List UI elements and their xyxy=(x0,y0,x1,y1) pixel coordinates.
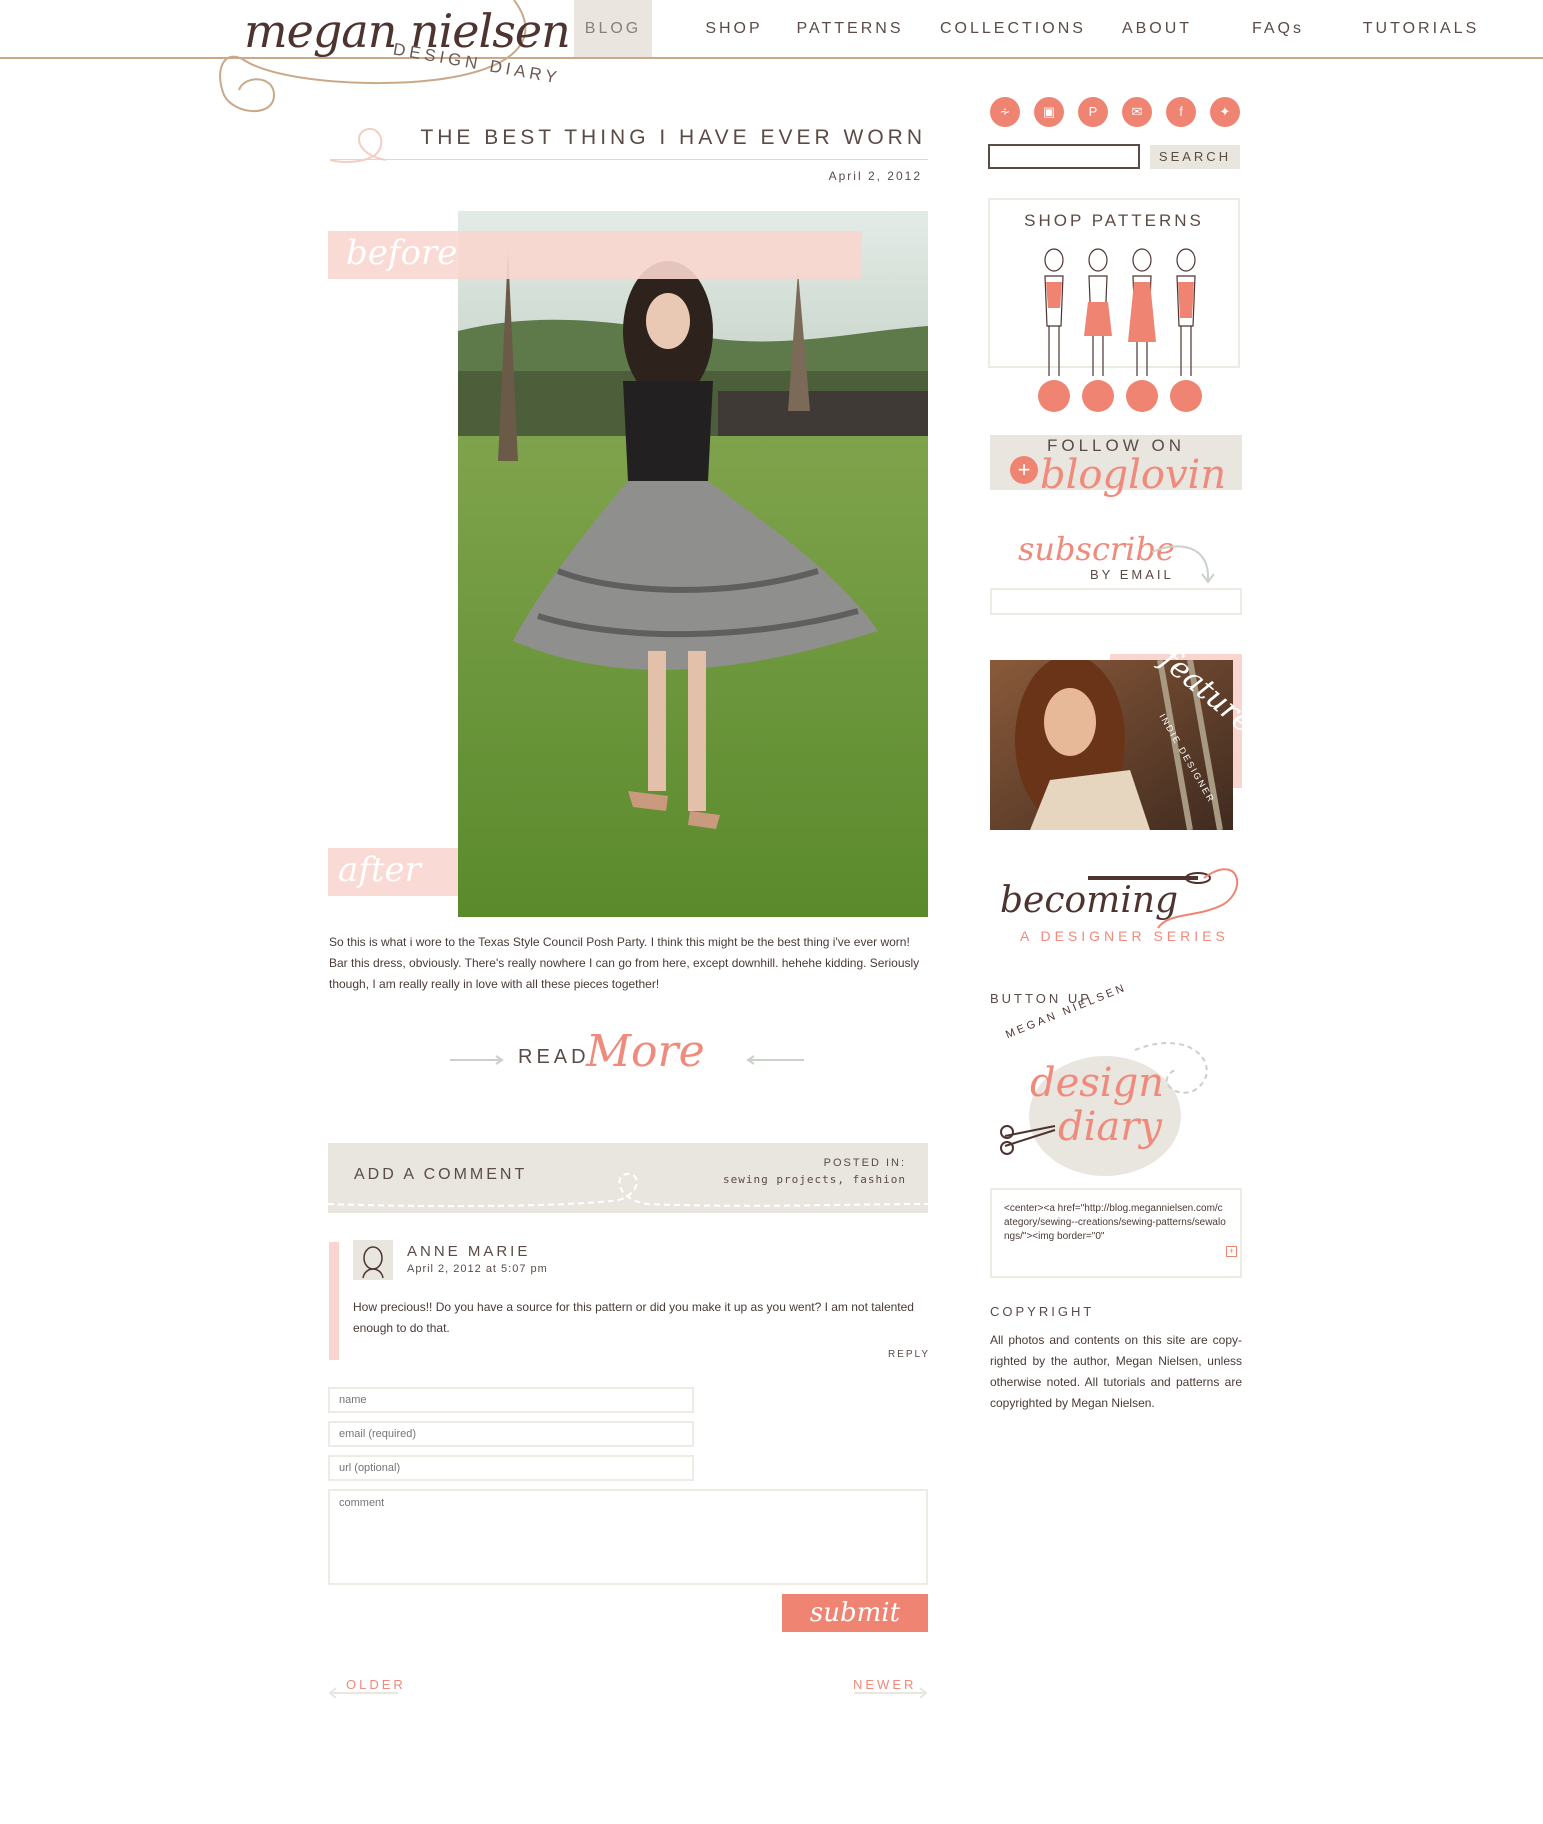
post-date: April 2, 2012 xyxy=(828,169,922,183)
subscribe-email-input[interactable] xyxy=(990,588,1242,615)
nav-about[interactable]: ABOUT xyxy=(1114,0,1200,57)
comment-textarea[interactable] xyxy=(328,1489,928,1585)
nav-tutorials[interactable]: TUTORIALS xyxy=(1356,0,1486,57)
plus-icon[interactable]: + xyxy=(1010,456,1038,484)
search-input[interactable] xyxy=(988,144,1140,169)
submit-button[interactable]: submit xyxy=(782,1594,928,1632)
read-more-link[interactable]: READ xyxy=(518,1046,590,1069)
nav-patterns[interactable]: PATTERNS xyxy=(794,0,906,57)
becoming-wordmark[interactable]: becoming xyxy=(1000,880,1178,921)
add-comment-link[interactable]: ADD A COMMENT xyxy=(354,1166,527,1184)
nav-shop[interactable]: SHOP xyxy=(682,0,786,57)
nav-faqs[interactable]: FAQs xyxy=(1238,0,1318,57)
subscribe-arrow-icon xyxy=(1151,545,1215,584)
facebook-icon[interactable]: f xyxy=(1166,97,1196,127)
older-arrow-icon xyxy=(328,1687,398,1699)
read-more-script[interactable]: More xyxy=(586,1026,705,1077)
designer-series-label[interactable]: A DESIGNER SERIES xyxy=(1020,928,1229,944)
post-title[interactable]: THE BEST THING I HAVE EVER WORN xyxy=(330,126,926,150)
badge-word-design: design xyxy=(1030,1060,1164,1106)
comment-text: How precious!! Do you have a source for … xyxy=(353,1300,914,1335)
newer-arrow-icon xyxy=(854,1687,928,1699)
commenter-avatar xyxy=(353,1240,393,1280)
comment-accent xyxy=(329,1242,339,1360)
nav-blog[interactable]: BLOG xyxy=(574,0,652,57)
comment-author: ANNE MARIE xyxy=(407,1243,531,1260)
title-underline xyxy=(330,159,928,160)
post-categories[interactable]: sewing projects, fashion xyxy=(700,1173,906,1186)
nav-collections[interactable]: COLLECTIONS xyxy=(940,0,1083,57)
before-label: before xyxy=(346,233,458,273)
twitter-icon[interactable]: ✦ xyxy=(1210,97,1240,127)
mail-icon[interactable]: ✉ xyxy=(1122,97,1152,127)
expand-icon[interactable]: + xyxy=(1226,1246,1237,1257)
pattern-figures-illustration[interactable] xyxy=(1020,246,1210,414)
copyright-text: All photos and contents on this site are… xyxy=(990,1333,1242,1410)
shop-patterns-title[interactable]: SHOP PATTERNS xyxy=(988,211,1240,231)
copyright-title: COPYRIGHT xyxy=(990,1304,1095,1319)
rss-icon[interactable]: ∻ xyxy=(990,97,1020,127)
bloglovin-wordmark[interactable]: bloglovin xyxy=(1040,452,1226,498)
comment-date: April 2, 2012 at 5:07 pm xyxy=(407,1263,548,1275)
post-body: So this is what i wore to the Texas Styl… xyxy=(329,935,920,991)
url-input[interactable] xyxy=(328,1455,694,1481)
after-label: after xyxy=(338,850,421,890)
posted-in-label: POSTED IN: xyxy=(823,1157,906,1169)
button-code-box[interactable]: <center><a href="http://blog.megannielse… xyxy=(990,1188,1242,1278)
post-photo[interactable] xyxy=(458,211,928,917)
pinterest-icon[interactable]: P xyxy=(1078,97,1108,127)
search-button[interactable]: SEARCH xyxy=(1150,145,1240,169)
badge-word-diary: diary xyxy=(1058,1104,1162,1150)
name-input[interactable] xyxy=(328,1387,694,1413)
instagram-icon[interactable]: ▣ xyxy=(1034,97,1064,127)
email-input[interactable] xyxy=(328,1421,694,1447)
reply-link[interactable]: REPLY xyxy=(880,1349,930,1360)
